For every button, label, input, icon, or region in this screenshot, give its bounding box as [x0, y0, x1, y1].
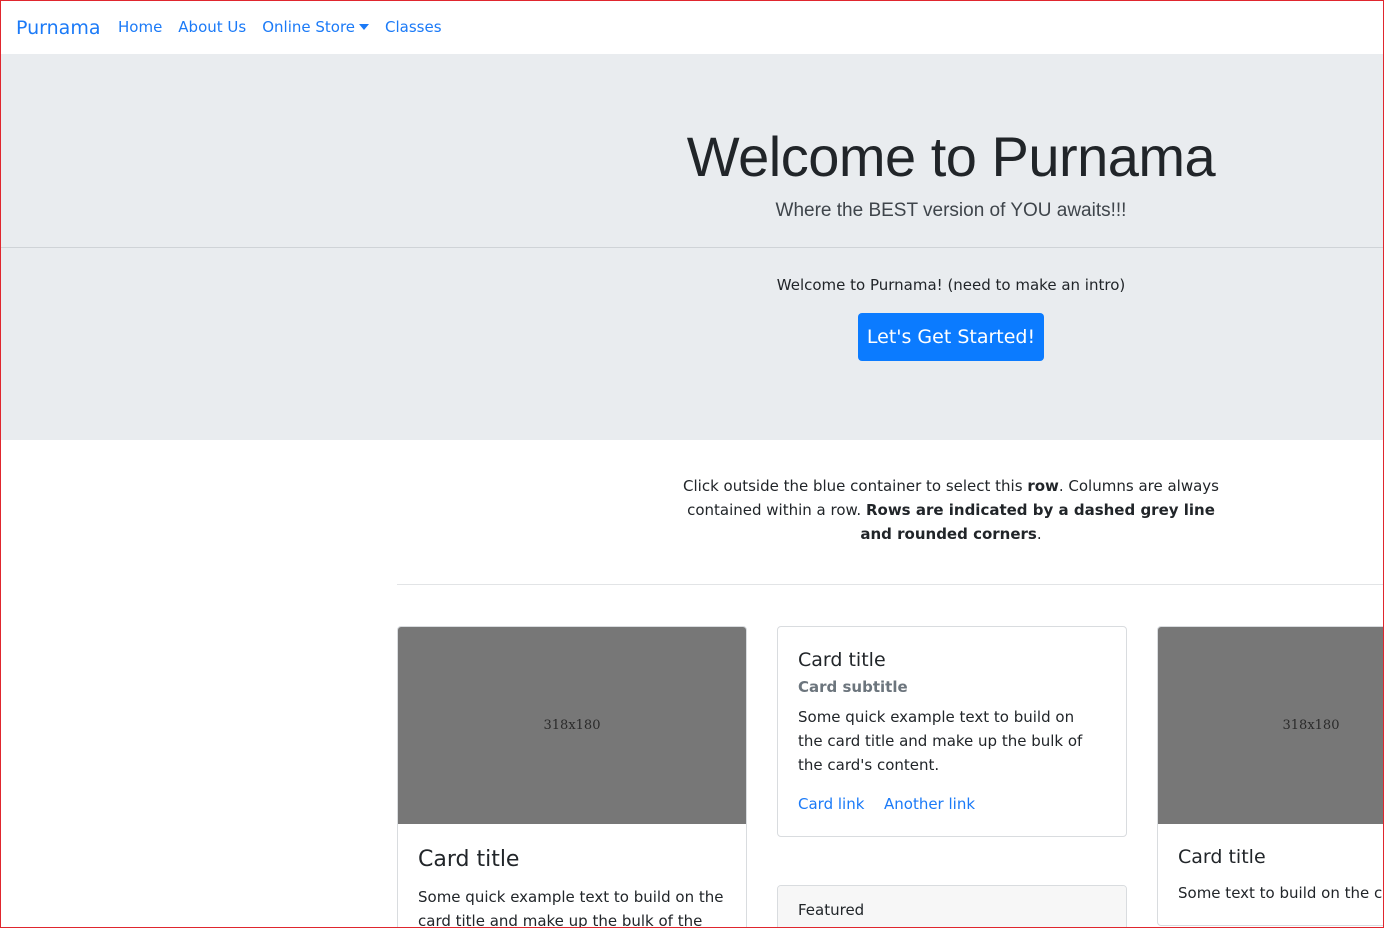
card-middle: Card title Card subtitle Some quick exam… — [777, 626, 1127, 837]
card-title: Card title — [418, 847, 520, 872]
jumbotron-divider — [1, 247, 1383, 248]
nav-link-about-us[interactable]: About Us — [178, 16, 246, 38]
card-image-placeholder: 318x180 — [1158, 627, 1383, 824]
caret-down-icon — [359, 24, 370, 30]
nav-links: Home About Us Online Store Classes — [118, 16, 458, 38]
nav-dropdown-online-store[interactable]: Online Store — [262, 16, 370, 38]
row-info-text: Click outside the blue container to sele… — [681, 474, 1221, 546]
another-link[interactable]: Another link — [884, 793, 975, 815]
card-link[interactable]: Card link — [798, 793, 864, 815]
nav-link-classes[interactable]: Classes — [385, 16, 442, 38]
card-text: Some quick example text to build on the … — [798, 708, 1083, 774]
row-info-part3: . — [1036, 525, 1042, 543]
card-title: Card title — [798, 649, 886, 671]
nav-link-home[interactable]: Home — [118, 16, 162, 38]
jumbotron-intro: Welcome to Purnama! (need to make an int… — [776, 276, 1126, 294]
card-subtitle: Card subtitle — [798, 678, 908, 696]
card-image-label: 318x180 — [543, 718, 601, 733]
row-info-bold1: row — [1027, 477, 1059, 495]
card-text: Some text to build on the card title — [1178, 884, 1383, 902]
row-info-part1: Click outside the blue container to sele… — [683, 477, 1028, 495]
card-featured: Featured — [777, 885, 1127, 927]
card-left: 318x180 Card title Some quick example te… — [397, 626, 747, 928]
brand-link[interactable]: Purnama — [16, 15, 100, 41]
card-header: Featured — [778, 886, 1126, 927]
card-right: 318x180 Card title Some text to build on… — [1157, 626, 1383, 926]
nav-dropdown-label: Online Store — [262, 18, 356, 36]
navbar: Purnama Home About Us Online Store Class… — [1, 1, 1383, 54]
jumbotron-lead: Where the BEST version of YOU awaits!!! — [775, 200, 1127, 221]
jumbotron: Welcome to Purnama Where the BEST versio… — [1, 54, 1383, 440]
browser-viewport: Purnama Home About Us Online Store Class… — [0, 0, 1384, 928]
get-started-button[interactable]: Let's Get Started! — [858, 313, 1044, 361]
card-image-label: 318x180 — [1282, 718, 1340, 733]
card-image-placeholder: 318x180 — [398, 627, 746, 824]
jumbotron-title: Welcome to Purnama — [686, 125, 1216, 188]
card-text: Some quick example text to build on the … — [418, 888, 724, 928]
section-divider — [397, 584, 1383, 585]
card-title: Card title — [1178, 846, 1266, 868]
